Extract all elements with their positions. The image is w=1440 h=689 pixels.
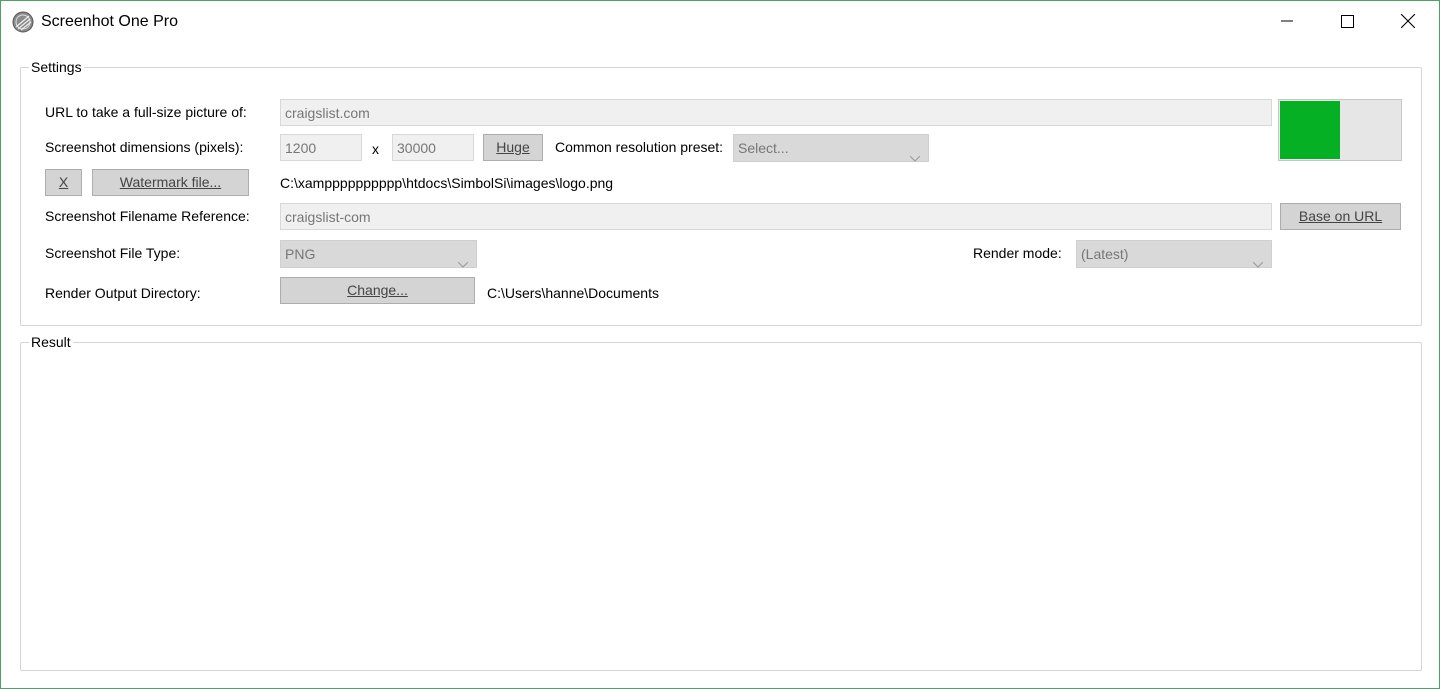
maximize-icon	[1340, 14, 1354, 28]
watermark-path: C:\xampppppppppp\htdocs\SimbolSi\images\…	[280, 175, 614, 191]
progress-fill	[1280, 101, 1340, 159]
resolution-preset-select[interactable]: Select...	[733, 134, 929, 162]
render-mode-label: Render mode:	[973, 245, 1062, 261]
file-type-label: Screenshot File Type:	[45, 245, 181, 261]
result-legend: Result	[31, 334, 71, 350]
url-input[interactable]	[280, 99, 1272, 126]
width-input[interactable]	[280, 134, 362, 161]
file-type-value: PNG	[285, 246, 316, 262]
output-dir-path: C:\Users\hanne\Documents	[487, 285, 659, 301]
close-button[interactable]	[1378, 1, 1438, 41]
chevron-down-icon	[457, 250, 469, 276]
render-mode-select[interactable]: (Latest)	[1076, 240, 1272, 268]
app-logo-icon	[12, 11, 34, 33]
filename-input[interactable]	[280, 203, 1272, 230]
preset-label: Common resolution preset:	[555, 139, 724, 155]
url-label: URL to take a full-size picture of:	[45, 104, 247, 120]
base-on-url-button[interactable]: Base on URL	[1280, 203, 1401, 230]
window-title: Screenhot One Pro	[41, 13, 178, 30]
result-group: Result	[20, 334, 1422, 671]
maximize-button[interactable]	[1317, 1, 1377, 41]
dimensions-label: Screenshot dimensions (pixels):	[45, 139, 244, 155]
preset-value: Select...	[738, 140, 789, 156]
huge-button[interactable]: Huge	[483, 134, 543, 161]
progress-indicator	[1278, 99, 1402, 161]
file-type-select[interactable]: PNG	[280, 240, 477, 268]
watermark-file-button[interactable]: Watermark file...	[92, 169, 249, 196]
clear-watermark-button[interactable]: X	[45, 169, 82, 196]
app-window: Screenhot One Pro Settings URL to take a…	[0, 0, 1440, 689]
change-directory-button[interactable]: Change...	[280, 277, 475, 304]
dimension-separator: x	[372, 141, 379, 157]
close-icon	[1401, 14, 1415, 28]
height-input[interactable]	[392, 134, 474, 161]
chevron-down-icon	[909, 144, 921, 170]
minimize-icon	[1281, 15, 1293, 27]
chevron-down-icon	[1252, 250, 1264, 276]
minimize-button[interactable]	[1257, 1, 1317, 41]
output-dir-label: Render Output Directory:	[45, 285, 201, 301]
render-mode-value: (Latest)	[1081, 246, 1129, 262]
title-bar[interactable]: Screenhot One Pro	[1, 1, 1439, 41]
filename-label: Screenshot Filename Reference:	[45, 208, 250, 224]
settings-legend: Settings	[31, 59, 82, 75]
